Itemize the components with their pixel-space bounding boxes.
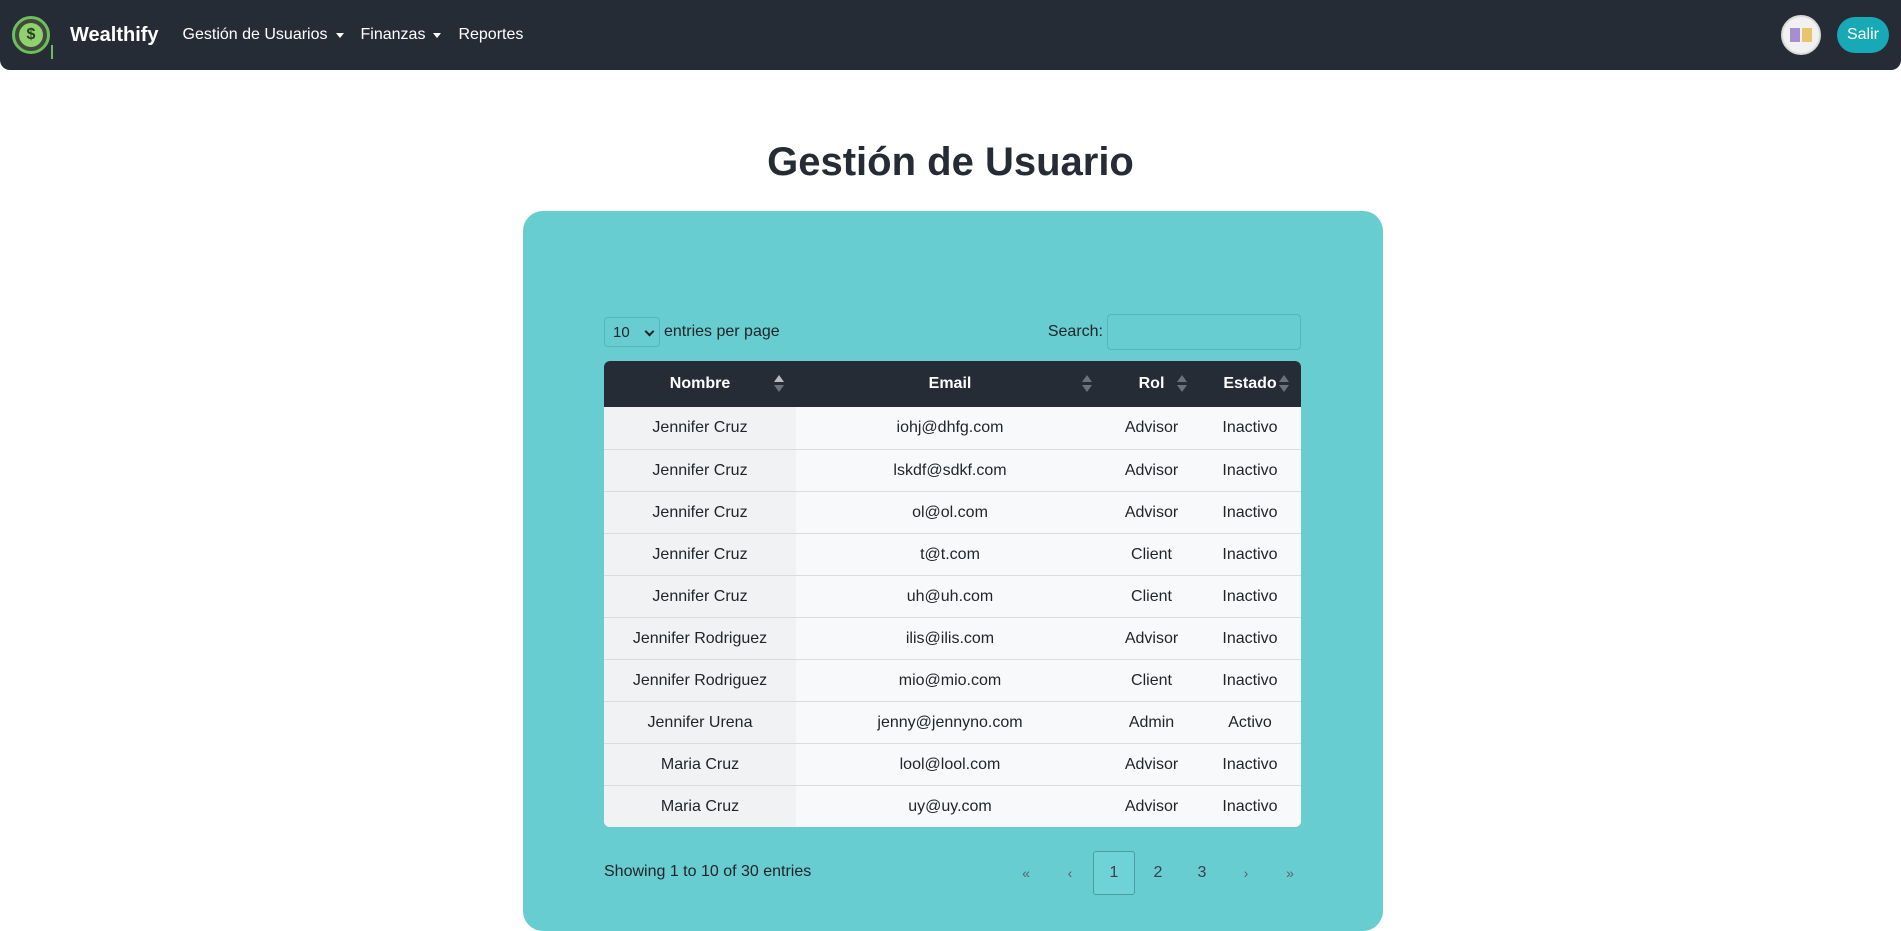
search-label: Search: — [1047, 323, 1103, 340]
cell-email: t@t.com — [796, 534, 1104, 575]
brand-name[interactable]: Wealthify — [70, 24, 159, 47]
entries-per-page-select[interactable]: 10 — [604, 317, 660, 347]
table-row[interactable]: Jennifer Cruz t@t.com Client Inactivo — [604, 533, 1301, 575]
table-info: Showing 1 to 10 of 30 entries — [604, 863, 812, 880]
search-input[interactable] — [1107, 314, 1301, 350]
cell-estado: Inactivo — [1199, 618, 1301, 659]
cell-estado: Inactivo — [1199, 744, 1301, 785]
table-row[interactable]: Jennifer Cruz ol@ol.com Advisor Inactivo — [604, 491, 1301, 533]
cell-rol: Advisor — [1104, 492, 1199, 533]
dollar-coin-icon[interactable]: $ — [12, 16, 53, 59]
pagination-page[interactable]: 2 — [1137, 851, 1179, 895]
nav-item-reportes[interactable]: Reportes — [458, 26, 523, 44]
table-row[interactable]: Jennifer Rodriguez ilis@ilis.com Advisor In… — [604, 617, 1301, 659]
cell-rol: Client — [1104, 576, 1199, 617]
pagination-page[interactable]: 3 — [1181, 851, 1223, 895]
table-row[interactable]: Jennifer Urena jenny@jennyno.com Admin Acti… — [604, 701, 1301, 743]
navbar: $ Wealthify Gestión de Usuarios Finanzas… — [0, 0, 1901, 70]
cell-nombre: Jennifer Rodriguez — [604, 660, 796, 701]
cell-rol: Admin — [1104, 702, 1199, 743]
nav-item-gestion-usuarios[interactable]: Gestión de Usuarios — [183, 26, 344, 44]
column-header-label: Email — [928, 375, 972, 392]
column-header-label: Nombre — [669, 375, 731, 392]
table-row[interactable]: Jennifer Cruz uh@uh.com Client Inactivo — [604, 575, 1301, 617]
column-header-email[interactable]: Email — [796, 361, 1104, 407]
nav-item-finanzas[interactable]: Finanzas — [361, 26, 442, 44]
cell-nombre: Jennifer Rodriguez — [604, 618, 796, 659]
cell-estado: Inactivo — [1199, 576, 1301, 617]
entries-per-page: 10 entries per page — [604, 317, 780, 347]
cell-rol: Advisor — [1104, 407, 1199, 449]
cell-email: jenny@jennyno.com — [796, 702, 1104, 743]
cell-email: lool@lool.com — [796, 744, 1104, 785]
pagination: « ‹ 1 2 3 › » — [1003, 851, 1311, 895]
cell-estado: Inactivo — [1199, 660, 1301, 701]
cell-email: lskdf@sdkf.com — [796, 450, 1104, 491]
nav-item-label: Gestión de Usuarios — [182, 26, 328, 43]
sort-asc-icon — [774, 375, 784, 393]
cell-nombre: Maria Cruz — [604, 786, 796, 827]
table-row[interactable]: Jennifer Cruz lskdf@sdkf.com Advisor Inacti… — [604, 449, 1301, 491]
cell-email: uy@uy.com — [796, 786, 1104, 827]
page-title: Gestión de Usuario — [767, 140, 1134, 184]
cell-nombre: Maria Cruz — [604, 744, 796, 785]
pagination-first[interactable]: « — [1005, 851, 1047, 895]
cell-rol: Client — [1104, 660, 1199, 701]
cell-nombre: Jennifer Cruz — [604, 492, 796, 533]
pagination-next[interactable]: › — [1225, 851, 1267, 895]
users-table: Nombre Email Rol Estado Jennifer Cruz ioh… — [604, 361, 1301, 827]
logout-button[interactable]: Salir — [1836, 17, 1889, 53]
cell-estado: Inactivo — [1199, 786, 1301, 827]
table-row[interactable]: Jennifer Cruz iohj@dhfg.com Advisor Inactiv… — [604, 407, 1301, 449]
table-controls: 10 entries per page Search: — [604, 314, 1301, 350]
entries-per-page-value: 10 — [613, 323, 630, 341]
nav-item-label: Finanzas — [360, 26, 426, 43]
caret-down-icon — [335, 32, 344, 38]
cell-nombre: Jennifer Cruz — [604, 450, 796, 491]
column-header-rol[interactable]: Rol — [1104, 361, 1199, 407]
cell-nombre: Jennifer Cruz — [604, 576, 796, 617]
column-header-label: Estado — [1223, 375, 1277, 392]
cell-rol: Advisor — [1104, 744, 1199, 785]
cell-rol: Advisor — [1104, 450, 1199, 491]
table-row[interactable]: Jennifer Rodriguez mio@mio.com Client Inact… — [604, 659, 1301, 701]
cell-rol: Client — [1104, 534, 1199, 575]
pagination-page[interactable]: 1 — [1093, 851, 1135, 895]
pagination-last[interactable]: » — [1269, 851, 1311, 895]
cell-email: ilis@ilis.com — [796, 618, 1104, 659]
column-header-label: Rol — [1138, 375, 1165, 392]
table-row[interactable]: Maria Cruz lool@lool.com Advisor Inactivo — [604, 743, 1301, 785]
table-row[interactable]: Maria Cruz uy@uy.com Advisor Inactivo — [604, 785, 1301, 827]
cell-nombre: Jennifer Cruz — [604, 534, 796, 575]
cell-estado: Inactivo — [1199, 450, 1301, 491]
cell-email: ol@ol.com — [796, 492, 1104, 533]
table-body: Jennifer Cruz iohj@dhfg.com Advisor Inactiv… — [604, 407, 1301, 827]
cell-rol: Advisor — [1104, 618, 1199, 659]
sort-icon — [1177, 375, 1187, 393]
pagination-prev[interactable]: ‹ — [1049, 851, 1091, 895]
users-card: 10 entries per page Search: Nombre Email… — [523, 211, 1383, 931]
avatar[interactable] — [1780, 15, 1821, 55]
sort-icon — [1279, 375, 1289, 393]
cell-email: mio@mio.com — [796, 660, 1104, 701]
cell-email: iohj@dhfg.com — [796, 407, 1104, 449]
cell-estado: Inactivo — [1199, 492, 1301, 533]
cell-estado: Inactivo — [1199, 534, 1301, 575]
search-box: Search: — [1048, 314, 1301, 350]
navbar-right: Salir — [1780, 15, 1889, 55]
cell-nombre: Jennifer Cruz — [604, 407, 796, 449]
entries-per-page-label: entries per page — [664, 323, 780, 340]
cell-rol: Advisor — [1104, 786, 1199, 827]
nav-item-label: Reportes — [458, 26, 524, 43]
cell-estado: Inactivo — [1199, 407, 1301, 449]
cell-email: uh@uh.com — [796, 576, 1104, 617]
cell-nombre: Jennifer Urena — [604, 702, 796, 743]
table-header: Nombre Email Rol Estado — [604, 361, 1301, 407]
column-header-estado[interactable]: Estado — [1199, 361, 1301, 407]
chevron-down-icon — [644, 326, 655, 337]
caret-down-icon — [433, 32, 442, 38]
column-header-nombre[interactable]: Nombre — [604, 361, 796, 407]
cell-estado: Activo — [1199, 702, 1301, 743]
sort-icon — [1082, 375, 1092, 393]
